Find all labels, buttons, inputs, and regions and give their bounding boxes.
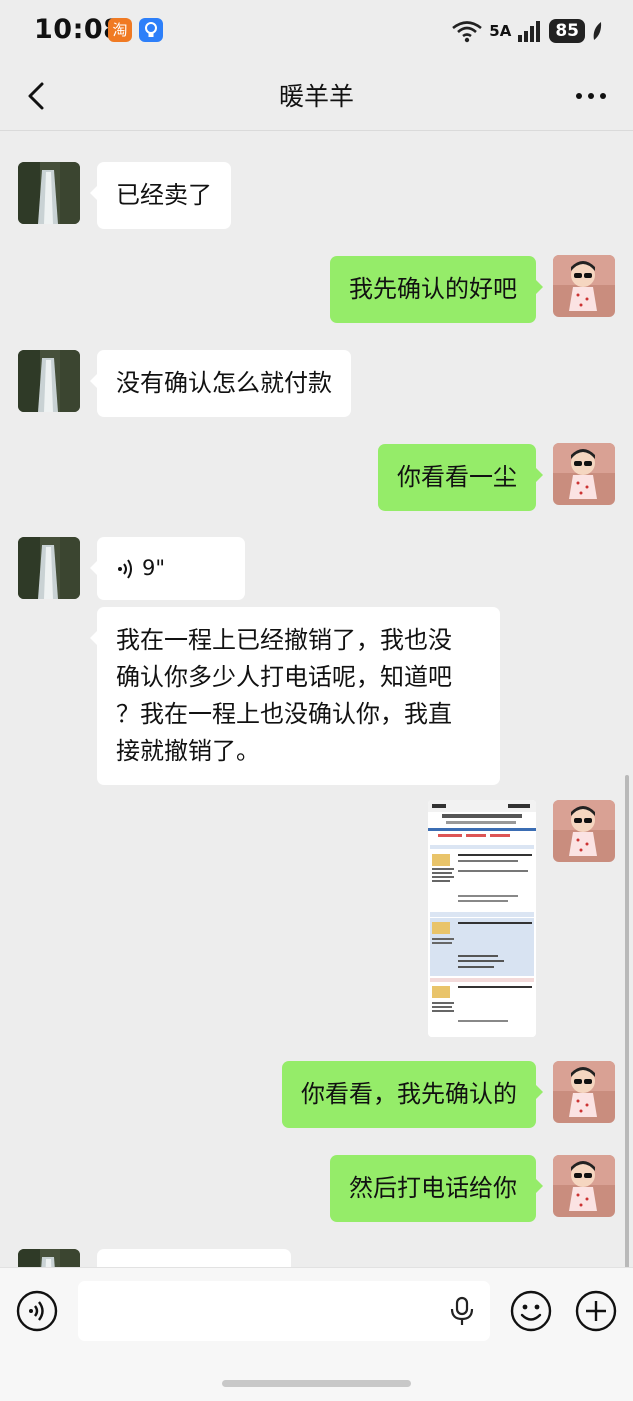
message-text: 你看看，我先确认的 <box>301 1080 517 1108</box>
status-indicators: 5A 85 <box>451 16 603 46</box>
contact-avatar[interactable] <box>18 1249 80 1267</box>
message-text: 已经卖了 <box>116 181 212 209</box>
scrollbar[interactable] <box>625 775 629 1267</box>
chat-title: 暖羊羊 <box>278 82 354 111</box>
message-bubble-incoming[interactable]: 没有确认怎么就付款 <box>90 350 351 417</box>
mic-icon[interactable] <box>448 1296 476 1326</box>
wifi-icon <box>452 21 483 43</box>
plus-icon[interactable] <box>575 1290 617 1332</box>
home-indicator[interactable] <box>222 1380 411 1387</box>
message-bubble-outgoing[interactable]: 你看看一尘 <box>378 444 543 511</box>
voice-duration: 9" <box>142 556 166 580</box>
message-bubble-incoming[interactable]: 我在一程上已经撤销了，我也没 确认你多少人打电话呢，知道吧 ？我在一程上也没确认… <box>90 607 500 785</box>
lightbulb-icon <box>139 18 163 42</box>
message-line: ？我在一程上也没确认你，我直 <box>116 700 452 728</box>
network-type: 5A <box>489 22 512 40</box>
message-line: 确认你多少人打电话呢，知道吧 <box>116 663 452 691</box>
message-text: 没有确认怎么就付款 <box>116 369 332 397</box>
status-bar: 10:08 淘 5A 85 <box>0 0 633 62</box>
message-bubble-outgoing[interactable]: 你看看，我先确认的 <box>282 1061 543 1128</box>
message-text: 然后打电话给你 <box>349 1174 517 1202</box>
message-list[interactable]: 已经卖了 我先确认的好吧 没有确认怎么就付款 你看看一尘 9" 我在一程上已经撤… <box>0 131 633 1267</box>
voice-wave-icon <box>118 558 132 579</box>
contact-avatar[interactable] <box>18 350 80 412</box>
leaf-icon <box>593 22 602 40</box>
my-avatar[interactable] <box>553 255 615 317</box>
message-input[interactable] <box>78 1281 490 1341</box>
message-bubble-incoming[interactable] <box>97 1249 291 1267</box>
my-avatar[interactable] <box>553 800 615 862</box>
voice-message-bubble[interactable]: 9" <box>90 537 245 600</box>
voice-icon[interactable] <box>16 1290 58 1332</box>
emoji-icon[interactable] <box>510 1290 552 1332</box>
my-avatar[interactable] <box>553 443 615 505</box>
message-text: 我先确认的好吧 <box>349 275 517 303</box>
message-text: 你看看一尘 <box>397 463 517 491</box>
image-message-thumbnail[interactable] <box>428 800 536 1037</box>
message-bubble-outgoing[interactable]: 我先确认的好吧 <box>330 256 543 323</box>
message-bubble-outgoing[interactable]: 然后打电话给你 <box>330 1155 543 1222</box>
contact-avatar[interactable] <box>18 537 80 599</box>
my-avatar[interactable] <box>553 1155 615 1217</box>
taobao-icon: 淘 <box>108 18 132 42</box>
nav-bar: 暖羊羊 <box>0 62 633 131</box>
message-line: 我在一程上已经撤销了，我也没 <box>116 626 452 654</box>
message-bubble-incoming[interactable]: 已经卖了 <box>90 162 231 229</box>
battery-level: 85 <box>549 19 585 43</box>
contact-avatar[interactable] <box>18 162 80 224</box>
message-line: 接就撤销了。 <box>116 737 260 765</box>
more-icon[interactable] <box>573 78 609 114</box>
my-avatar[interactable] <box>553 1061 615 1123</box>
signal-icon <box>518 21 541 42</box>
